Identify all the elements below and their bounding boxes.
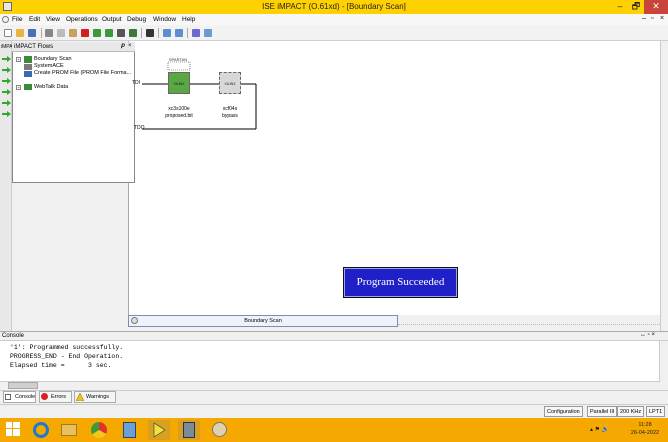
workspace-scrollbar[interactable]	[660, 41, 668, 331]
webtalk-icon	[24, 84, 32, 90]
delete-icon[interactable]	[81, 29, 89, 37]
impact-icon[interactable]	[178, 420, 200, 440]
arrow-icon	[2, 78, 11, 84]
menu-view[interactable]: View	[46, 14, 60, 25]
side-tab-impact[interactable]: iMPA	[1, 44, 13, 50]
jtag-chain-wires	[142, 61, 257, 130]
expand-icon[interactable]: +	[16, 85, 21, 90]
arrow-icon	[2, 111, 11, 117]
window-cascade-icon[interactable]	[175, 29, 183, 37]
new-file-icon[interactable]	[4, 29, 12, 37]
prom-file-icon	[24, 71, 32, 77]
clock[interactable]: 11:28 26-04-2022	[630, 421, 660, 437]
menu-edit[interactable]: Edit	[29, 14, 40, 25]
console-horizontal-scrollbar[interactable]	[0, 381, 660, 390]
minimize-button[interactable]: –	[612, 0, 628, 14]
menu-file[interactable]: File	[12, 14, 22, 25]
console-vertical-scrollbar[interactable]	[659, 341, 668, 390]
initialize-chain-icon[interactable]	[105, 29, 113, 37]
device1-file-label: proposed.bit	[165, 113, 193, 119]
notepad-icon[interactable]	[118, 420, 140, 440]
menu-debug[interactable]: Debug	[127, 14, 146, 25]
file-explorer-icon[interactable]	[58, 420, 80, 440]
xilinx-logo: XILINX	[224, 82, 236, 86]
clock-date: 26-04-2022	[630, 430, 660, 436]
menu-bar	[0, 14, 668, 25]
open-folder-icon[interactable]	[16, 29, 24, 37]
window-tile-icon[interactable]	[163, 29, 171, 37]
flow-create-prom[interactable]: Create PROM File (PROM File Forma...	[34, 70, 131, 77]
tdo-label: TDO	[134, 125, 145, 131]
flows-pin-icon[interactable]: 𝒑	[121, 43, 125, 50]
menu-help[interactable]: Help	[182, 14, 195, 25]
arrow-icon	[2, 56, 11, 62]
program-icon[interactable]	[117, 29, 125, 37]
boundary-scan-icon	[24, 56, 32, 63]
menu-window[interactable]: Window	[153, 14, 176, 25]
console-line: PROGRESS_END - End Operation.	[10, 353, 124, 360]
console-header: Console ↔ ▫ ×	[0, 331, 668, 341]
warning-icon	[76, 393, 84, 401]
console-tab-icon	[5, 394, 11, 400]
menu-output[interactable]: Output	[102, 14, 122, 25]
window-title: ISE iMPACT (O.61xd) - [Boundary Scan]	[262, 2, 406, 11]
arrow-icon	[2, 67, 11, 73]
tab-divider	[398, 324, 660, 325]
flow-boundary-scan[interactable]: Boundary Scan	[34, 56, 72, 63]
device1-part-label: xc3s100e	[168, 106, 190, 112]
clock-time: 11:28	[638, 422, 652, 428]
context-help-icon[interactable]	[204, 29, 212, 37]
arrow-icon	[2, 100, 11, 106]
menu-operations[interactable]: Operations	[66, 14, 98, 25]
tab-boundary-scan-label: Boundary Scan	[244, 318, 282, 324]
save-icon[interactable]	[28, 29, 36, 37]
xilinx-logo: XILINX	[173, 82, 185, 86]
status-cable: Parallel III	[587, 406, 618, 417]
arrow-icon	[2, 89, 11, 95]
mdi-restore-button[interactable]: ▫	[651, 15, 653, 22]
chrome-icon[interactable]	[88, 420, 110, 440]
expand-icon[interactable]: +	[16, 57, 21, 62]
error-icon	[41, 393, 48, 400]
paste-icon[interactable]	[69, 29, 77, 37]
systemace-icon	[24, 64, 32, 70]
maximize-button[interactable]: 🗗	[628, 0, 644, 14]
device2-file-label: bypass	[222, 113, 238, 119]
console-line: Elapsed time = 3 sec.	[10, 362, 112, 369]
verify-icon[interactable]	[129, 29, 137, 37]
console-title: Console	[2, 333, 25, 339]
document-icon	[2, 16, 9, 23]
chain-icon[interactable]	[93, 29, 101, 37]
console-scroll-thumb[interactable]	[8, 382, 38, 389]
device-xc3s100e[interactable]: XILINX	[168, 72, 190, 94]
device2-part-label: xcf04s	[222, 106, 238, 112]
flow-webtalk-data[interactable]: WebTalk Data	[34, 84, 68, 91]
console-window-controls[interactable]: ↔ ▫ ×	[640, 332, 655, 338]
tray-icons[interactable]: ▴ ⚑ 🔊	[590, 426, 609, 433]
tdi-label: TDI	[132, 80, 141, 86]
status-port: LPT1	[646, 406, 666, 417]
status-speed: 200 KHz	[617, 406, 645, 417]
status-mode: Configuration	[544, 406, 583, 417]
flow-arrows	[2, 56, 11, 117]
cut-icon[interactable]	[45, 29, 53, 37]
windows-start-icon[interactable]	[6, 422, 20, 436]
device1-spartan-label: SPARTAN	[168, 57, 188, 62]
program-succeeded-text: Program Succeeded	[356, 276, 445, 288]
help-icon[interactable]	[192, 29, 200, 37]
console-line: '1': Programmed successfully.	[10, 344, 124, 351]
device-xcf04s[interactable]: XILINX	[219, 72, 241, 94]
ise-project-navigator-icon[interactable]	[148, 420, 170, 440]
mdi-minimize-button[interactable]: –	[642, 15, 646, 22]
paint-icon[interactable]	[208, 420, 230, 440]
internet-explorer-icon[interactable]	[30, 420, 52, 440]
mdi-close-button[interactable]: ×	[660, 15, 664, 22]
close-button[interactable]: ✕	[644, 0, 668, 14]
flow-systemace[interactable]: SystemACE	[34, 63, 64, 70]
copy-icon[interactable]	[57, 29, 65, 37]
impact-flows-title: iMPACT Flows	[12, 42, 135, 52]
debug-chain-icon[interactable]	[146, 29, 154, 37]
